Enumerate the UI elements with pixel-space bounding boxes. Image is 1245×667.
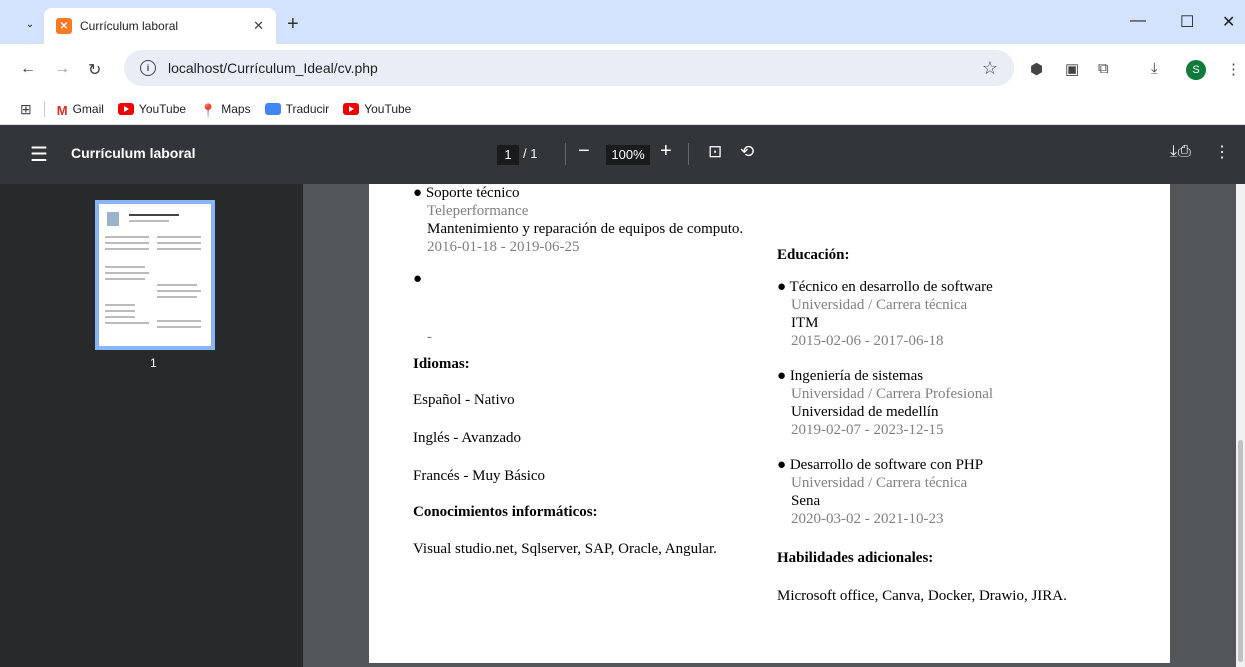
education-dates: 2015-02-06 - 2017-06-18	[791, 333, 944, 349]
education-heading: Educación:	[777, 247, 850, 263]
maps-icon: 📍	[200, 103, 217, 118]
extension-icon[interactable]: ⬢	[1030, 60, 1043, 78]
computing-text: Visual studio.net, Sqlserver, SAP, Oracl…	[413, 541, 717, 557]
bookmarks-bar: ⊞ M Gmail YouTube 📍 Maps Traducir YouTub…	[0, 94, 1245, 125]
bookmark-star-icon[interactable]: ☆	[982, 58, 998, 79]
downloads-icon[interactable]: ⤓	[1151, 60, 1158, 77]
education-title: Desarrollo de software con PHP	[789, 457, 984, 473]
zoom-in-icon[interactable]: +	[660, 140, 672, 163]
bookmark-youtube[interactable]: YouTube	[117, 102, 187, 116]
page-thumbnail[interactable]	[95, 200, 215, 350]
tab-curriculum[interactable]: ✕ Currículum laboral ✕	[44, 8, 276, 44]
education-type: Universidad / Carrera técnica	[791, 475, 968, 491]
pdf-more-icon[interactable]: ⋮	[1214, 142, 1230, 162]
education-title: Ingeniería de sistemas	[789, 368, 924, 384]
rotate-icon[interactable]: ⟲	[740, 142, 754, 162]
tab-strip: ⌄ ✕ Currículum laboral ✕ + — ☐ ✕	[0, 0, 1245, 44]
bookmark-label: Traducir	[285, 102, 330, 116]
education-item-title: ● Desarrollo de software con PHP	[777, 457, 984, 473]
menu-icon[interactable]: ⋮	[1226, 60, 1241, 78]
site-info-icon[interactable]: i	[140, 60, 156, 76]
language-item: Francés - Muy Básico	[413, 468, 546, 484]
pdf-page: ● Soporte técnico Teleperformance Manten…	[369, 184, 1170, 663]
education-institution: Universidad de medellín	[791, 404, 939, 420]
page-number-input[interactable]: 1	[497, 145, 519, 165]
computing-heading: Conocimientos informáticos:	[413, 504, 598, 520]
thumbnail-sidebar: 1	[0, 184, 303, 667]
pdf-title: Currículum laboral	[71, 145, 196, 161]
education-institution: Sena	[791, 493, 821, 509]
tab-title: Currículum laboral	[80, 19, 179, 33]
close-window-button[interactable]: ✕	[1222, 12, 1235, 32]
bookmark-label: Maps	[221, 102, 251, 116]
pdf-toolbar: ☰ Currículum laboral 1 / 1 − 100% + ⊡ ⟲ …	[0, 125, 1245, 184]
education-dates: 2020-03-02 - 2021-10-23	[791, 511, 944, 527]
url-text[interactable]: localhost/Currículum_Ideal/cv.php	[168, 60, 982, 76]
education-type: Universidad / Carrera Profesional	[791, 386, 994, 402]
languages-heading: Idiomas:	[413, 356, 470, 372]
experience-description: Mantenimiento y reparación de equipos de…	[427, 221, 744, 237]
zoom-out-icon[interactable]: −	[578, 140, 590, 163]
xampp-favicon-icon: ✕	[56, 18, 72, 34]
education-dates: 2019-02-07 - 2023-12-15	[791, 422, 944, 438]
language-item: Inglés - Avanzado	[413, 430, 522, 446]
zoom-input[interactable]: 100%	[606, 145, 650, 165]
youtube-icon	[117, 103, 134, 115]
experience-item-2-dates: -	[427, 329, 432, 345]
new-tab-button[interactable]: +	[287, 13, 299, 36]
skills-text: Microsoft office, Canva, Docker, Drawio,…	[777, 588, 1067, 604]
apps-grid-icon[interactable]: ⊞	[20, 101, 32, 118]
pdf-document-area: ● Soporte técnico Teleperformance Manten…	[303, 184, 1236, 667]
experience-item-2-bullet: ●	[413, 271, 423, 287]
education-item-title: ● Ingeniería de sistemas	[777, 368, 924, 384]
experience-item-1: ● Soporte técnico	[413, 185, 520, 201]
bookmark-label: YouTube	[364, 102, 412, 116]
maximize-button[interactable]: ☐	[1180, 12, 1194, 32]
education-title: Técnico en desarrollo de software	[789, 279, 993, 295]
bookmark-label: YouTube	[138, 102, 187, 116]
back-button[interactable]: ←	[20, 60, 36, 78]
education-item-title: ● Técnico en desarrollo de software	[777, 279, 993, 295]
tab-search-button[interactable]: ⌄	[20, 14, 40, 34]
browser-toolbar: ← → ↻ i localhost/Currículum_Ideal/cv.ph…	[0, 44, 1245, 94]
page-total: / 1	[523, 146, 538, 161]
bookmark-gmail[interactable]: M Gmail	[56, 102, 104, 118]
youtube-icon	[343, 103, 360, 115]
education-type: Universidad / Carrera técnica	[791, 297, 968, 313]
print-icon[interactable]: ⎙	[1178, 143, 1191, 161]
experience-title: Soporte técnico	[425, 185, 520, 201]
extensions-puzzle-icon[interactable]: ⧉	[1098, 60, 1109, 77]
bookmark-maps[interactable]: 📍 Maps	[200, 102, 251, 118]
address-bar[interactable]: i localhost/Currículum_Ideal/cv.php ☆	[124, 50, 1014, 86]
thumbnail-page-number: 1	[150, 356, 157, 370]
bookmark-youtube-2[interactable]: YouTube	[343, 102, 411, 116]
profile-avatar[interactable]: S	[1186, 60, 1206, 80]
experience-company: Teleperformance	[427, 203, 529, 219]
skills-heading: Habilidades adicionales:	[777, 550, 934, 566]
scrollbar-thumb[interactable]	[1238, 440, 1243, 662]
tab-close-icon[interactable]: ✕	[253, 18, 264, 34]
minimize-button[interactable]: —	[1130, 12, 1146, 30]
pdf-download-icon[interactable]: ⤓	[1170, 143, 1177, 161]
forward-button[interactable]: →	[54, 60, 70, 78]
translate-icon	[264, 103, 281, 115]
selenium-extension-icon[interactable]: ▣	[1065, 60, 1079, 78]
fit-page-icon[interactable]: ⊡	[708, 142, 722, 162]
bookmark-label: Gmail	[72, 102, 104, 116]
hamburger-menu-icon[interactable]: ☰	[30, 142, 48, 167]
experience-dates: 2016-01-18 - 2019-06-25	[427, 239, 580, 255]
gmail-icon: M	[56, 103, 68, 118]
language-item: Español - Nativo	[413, 392, 515, 408]
bookmark-traducir[interactable]: Traducir	[264, 102, 330, 116]
education-institution: ITM	[791, 315, 819, 331]
reload-button[interactable]: ↻	[88, 60, 101, 80]
